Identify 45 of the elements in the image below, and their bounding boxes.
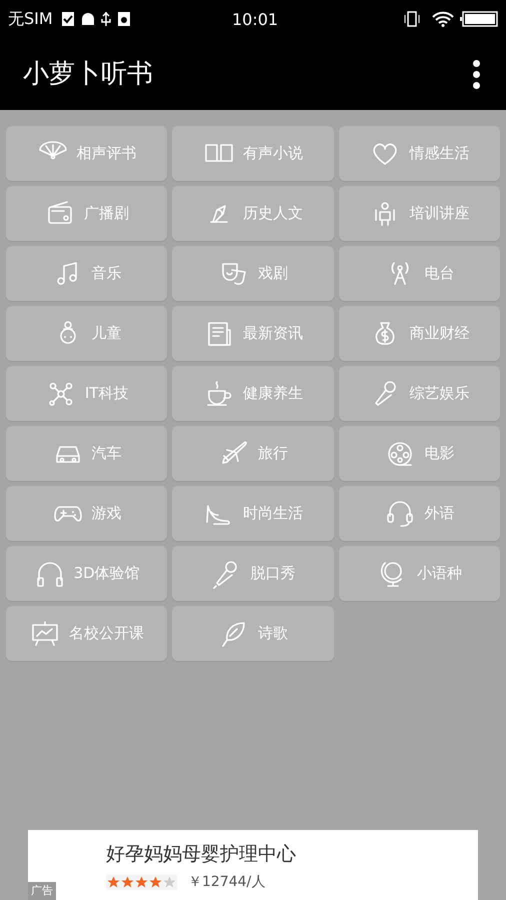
category-tile[interactable]: 有声小说 — [172, 126, 334, 181]
category-tile[interactable]: 3D体验馆 — [6, 546, 168, 601]
battery-icon — [460, 11, 498, 27]
category-tile[interactable]: 戏剧 — [172, 246, 334, 301]
category-tile[interactable]: 综艺娱乐 — [338, 366, 500, 421]
overflow-menu-icon[interactable] — [473, 60, 480, 88]
star-icon — [149, 876, 162, 889]
category-tile[interactable]: 相声评书 — [6, 126, 168, 181]
category-tile[interactable]: 健康养生 — [172, 366, 334, 421]
ad-banner[interactable]: 好孕妈妈母婴护理中心 ￥12744/人 广告 — [28, 830, 478, 900]
vibrate-icon — [402, 11, 422, 27]
category-tile[interactable]: 诗歌 — [172, 606, 334, 661]
category-tile[interactable]: 商业财经 — [338, 306, 500, 361]
category-tile[interactable]: 外语 — [338, 486, 500, 541]
category-tile[interactable]: 名校公开课 — [6, 606, 168, 661]
app-title: 小萝卜听书 — [23, 58, 153, 90]
star-icon — [135, 876, 148, 889]
category-tile[interactable]: 旅行 — [172, 426, 334, 481]
ad-label: 广告 — [28, 882, 56, 900]
category-tile[interactable]: 培训讲座 — [338, 186, 500, 241]
category-tile[interactable]: 音乐 — [6, 246, 168, 301]
star-icon — [107, 876, 120, 889]
category-tile[interactable]: 游戏 — [6, 486, 168, 541]
category-tile[interactable]: 历史人文 — [172, 186, 334, 241]
star-icon — [163, 876, 176, 889]
ad-title: 好孕妈妈母婴护理中心 — [106, 842, 296, 867]
wifi-icon — [432, 11, 454, 27]
usb-icon — [100, 11, 111, 27]
app-notification-icon — [116, 11, 131, 27]
category-tile[interactable]: IT科技 — [6, 366, 168, 421]
carrier-text: 无SIM — [8, 8, 53, 30]
category-tile[interactable]: 小语种 — [338, 546, 500, 601]
category-tile[interactable]: 汽车 — [6, 426, 168, 481]
category-tile[interactable]: 时尚生活 — [172, 486, 334, 541]
category-tile[interactable]: 电台 — [338, 246, 500, 301]
check-notification-icon — [60, 11, 75, 27]
category-tile[interactable]: 广播剧 — [6, 186, 168, 241]
category-tile[interactable]: 脱口秀 — [172, 546, 334, 601]
category-tile[interactable]: 最新资讯 — [172, 306, 334, 361]
star-icon — [121, 876, 134, 889]
ad-price: ￥12744/人 — [188, 873, 266, 892]
category-tile[interactable]: 电影 — [338, 426, 500, 481]
clock-text: 10:01 — [232, 9, 278, 31]
category-tile[interactable]: 情感生活 — [338, 126, 500, 181]
category-tile[interactable]: 儿童 — [6, 306, 168, 361]
